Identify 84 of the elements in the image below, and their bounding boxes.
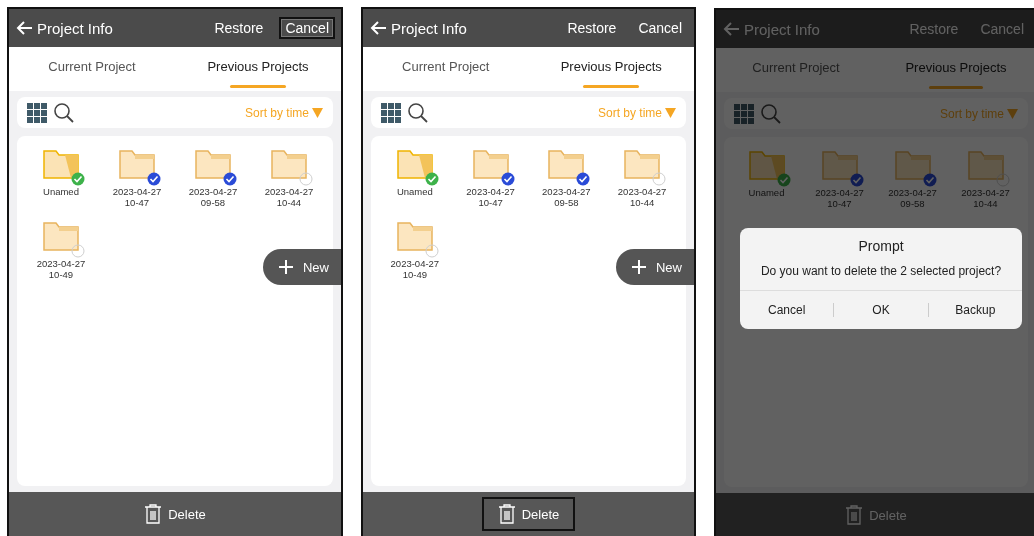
project-item[interactable]: 2023-04-27 10-44 [251,148,327,208]
header-action-button[interactable]: Restore [561,17,623,39]
project-name: 2023-04-27 [617,186,667,197]
dialog-message: Do you want to delete the 2 selected project? [760,264,1002,278]
search-icon[interactable] [53,101,75,124]
tab[interactable]: Current Project [363,47,529,91]
tab[interactable]: Previous Projects [175,47,341,91]
folder-icon [548,148,585,180]
project-name: 2023-04-27 [188,186,238,197]
project-name: 10-44 [973,198,998,209]
project-item[interactable]: 2023-04-27 09-58 [528,148,605,208]
folder-icon [894,149,931,181]
grid-view-icon[interactable] [381,102,401,123]
folder-icon [43,148,79,180]
project-name: Unamed [43,186,79,197]
project-item[interactable]: Unamed [377,148,453,208]
project-item[interactable]: 2023-04-27 10-47 [452,148,529,208]
project-name: 2023-04-27 [888,187,937,198]
project-name: 10-44 [629,197,655,208]
delete-button[interactable]: Delete [481,497,576,531]
folder-icon [396,148,433,180]
project-item[interactable]: 2023-04-27 09-58 [175,148,251,208]
trash-icon [497,504,516,524]
tab[interactable]: Previous Projects [528,47,694,91]
back-arrow-icon [15,20,33,36]
project-name: Unamed [396,186,433,197]
folder-icon [821,149,858,181]
folder-icon [271,148,307,180]
dialog-button[interactable]: Backup [928,302,1022,318]
project-name: 09-58 [200,197,226,208]
new-project-button[interactable]: New [263,249,341,285]
new-project-button[interactable]: New [616,249,694,285]
folder-icon [748,149,785,181]
dialog-title: Prompt [858,238,904,254]
grid-view-icon[interactable] [27,102,47,123]
project-name: 2023-04-27 [112,186,162,197]
screen-title: Project Info [744,20,821,38]
header-action-button[interactable]: Cancel [632,17,688,39]
project-name: Unamed [748,187,785,198]
dropdown-triangle-icon [312,107,323,118]
project-name: 10-44 [276,197,302,208]
screen-title: Project Info [391,19,468,37]
project-name: 2023-04-27 [36,258,86,269]
tab[interactable]: Current Project [9,47,175,91]
plus-icon [632,260,646,274]
folder-icon [195,148,231,180]
project-name: 2023-04-27 [815,187,864,198]
project-name: 09-58 [554,197,579,208]
dialog-button[interactable]: OK [834,302,928,318]
folder-icon [119,148,155,180]
dialog-button[interactable]: Cancel [740,302,834,318]
trash-icon [845,505,864,525]
search-icon[interactable] [407,101,429,124]
project-name: 2023-04-27 [961,187,1010,198]
header-action-button[interactable]: Restore [208,17,270,39]
dropdown-triangle-icon [665,107,676,118]
project-name: 2023-04-27 [264,186,314,197]
project-name: 09-58 [900,198,925,209]
project-name: 2023-04-27 [466,186,515,197]
plus-icon [279,260,293,274]
folder-icon [396,220,433,252]
project-item[interactable]: 2023-04-27 10-49 [377,220,453,280]
folder-icon [624,148,661,180]
project-item[interactable]: 2023-04-27 10-49 [23,220,99,280]
back-arrow-icon [722,21,740,37]
project-item[interactable]: Unamed [23,148,99,208]
trash-icon [144,504,163,524]
screen-title: Project Info [37,19,114,37]
folder-icon [43,220,79,252]
header-action-button[interactable]: Cancel [279,17,335,39]
project-item[interactable]: 2023-04-27 10-44 [604,148,680,208]
project-name: 2023-04-27 [390,258,440,269]
project-name: 2023-04-27 [542,186,591,197]
project-name: 10-47 [478,197,503,208]
project-name: 10-49 [402,269,427,280]
folder-icon [967,149,1004,181]
project-name: 10-47 [124,197,150,208]
project-name: 10-47 [827,198,852,209]
project-item[interactable]: 2023-04-27 10-47 [99,148,175,208]
back-arrow-icon [369,20,387,36]
dropdown-triangle-icon [1007,108,1018,119]
project-name: 10-49 [48,269,74,280]
delete-button[interactable]: Delete [128,497,222,531]
folder-icon [472,148,509,180]
